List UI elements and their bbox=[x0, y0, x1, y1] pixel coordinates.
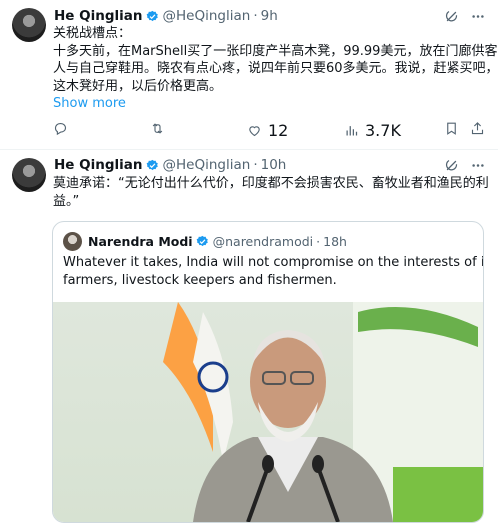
handle[interactable]: @HeQinglian bbox=[163, 157, 251, 173]
timestamp[interactable]: 10h bbox=[261, 157, 287, 173]
bookmark-icon bbox=[447, 122, 456, 135]
reply-icon bbox=[54, 122, 67, 136]
display-name[interactable]: He Qinglian bbox=[54, 8, 143, 24]
grok-icon[interactable] bbox=[444, 9, 459, 24]
more-icon[interactable] bbox=[470, 9, 486, 24]
more-icon[interactable] bbox=[470, 158, 486, 173]
quoted-text-line: farmers, livestock keepers and fishermen… bbox=[63, 273, 337, 288]
tweet-text-line: 益。” bbox=[53, 193, 80, 209]
tweet-header: He Qinglian @HeQinglian · 9h bbox=[54, 8, 278, 24]
like-icon bbox=[249, 126, 260, 137]
tweet-text-line: 关税战槽点： bbox=[53, 26, 132, 41]
separator-dot: · bbox=[253, 8, 258, 24]
quoted-handle[interactable]: @narendramodi bbox=[213, 234, 314, 249]
tweet-text: 莫迪承诺：“无论付出什么代价，印度都不会损害农民、畜牧业者和渔民的利 益。” bbox=[53, 175, 489, 210]
photo-illustration bbox=[163, 302, 483, 522]
tweet-text-line: 莫迪承诺：“无论付出什么代价，印度都不会损害农民、畜牧业者和渔民的利 bbox=[53, 176, 489, 191]
display-name[interactable]: He Qinglian bbox=[54, 157, 143, 173]
grok-icon[interactable] bbox=[444, 158, 459, 173]
handle[interactable]: @HeQinglian bbox=[163, 8, 251, 24]
verified-icon bbox=[146, 159, 158, 170]
share-button[interactable] bbox=[470, 121, 485, 136]
like-button[interactable]: 12 bbox=[247, 121, 288, 140]
separator-dot: · bbox=[253, 157, 258, 173]
quoted-text-line: Whatever it takes, India will not compro… bbox=[63, 255, 484, 270]
avatar[interactable] bbox=[12, 8, 46, 42]
reply-button[interactable] bbox=[53, 121, 68, 136]
retweet-button[interactable] bbox=[150, 121, 165, 136]
tweet-1[interactable]: He Qinglian @HeQinglian · 9h 关税战槽点： 十多天前… bbox=[0, 0, 498, 150]
tweet-text-line: 人与自己穿鞋用。晓农有点心疼，说四年前只要60多美元。我说，赶紧买吧， bbox=[53, 61, 498, 76]
quoted-media-photo[interactable] bbox=[53, 302, 483, 522]
quoted-display-name[interactable]: Narendra Modi bbox=[88, 234, 193, 249]
retweet-icon bbox=[152, 123, 163, 134]
quoted-tweet[interactable]: Narendra Modi @narendramodi · 18h Whatev… bbox=[52, 221, 484, 523]
avatar[interactable] bbox=[12, 158, 46, 192]
separator-dot: · bbox=[316, 234, 321, 249]
like-count: 12 bbox=[268, 121, 289, 140]
views-count: 3.7K bbox=[365, 121, 401, 140]
tweet-text: 关税战槽点： 十多天前，在MarShell买了一张印度产半高木凳，99.99美元… bbox=[53, 25, 498, 113]
bookmark-button[interactable] bbox=[444, 121, 459, 136]
tweet-header: He Qinglian @HeQinglian · 10h bbox=[54, 157, 286, 173]
timestamp[interactable]: 9h bbox=[261, 8, 278, 24]
quoted-timestamp[interactable]: 18h bbox=[323, 234, 347, 249]
quoted-avatar[interactable] bbox=[63, 232, 82, 251]
quoted-tweet-text: Whatever it takes, India will not compro… bbox=[63, 254, 484, 290]
tweet-text-line: 这木凳好用，以后价格更高。 bbox=[53, 78, 223, 94]
verified-icon bbox=[196, 235, 208, 247]
verified-icon bbox=[146, 10, 158, 21]
tweet-text-line: 十多天前，在MarShell买了一张印度产半高木凳，99.99美元，放在门廊供客 bbox=[53, 43, 498, 59]
views-icon bbox=[346, 126, 358, 136]
views-button[interactable]: 3.7K bbox=[344, 121, 401, 140]
show-more-link[interactable]: Show more bbox=[53, 95, 498, 113]
share-icon bbox=[471, 122, 484, 135]
quoted-tweet-header: Narendra Modi @narendramodi · 18h bbox=[63, 232, 347, 251]
